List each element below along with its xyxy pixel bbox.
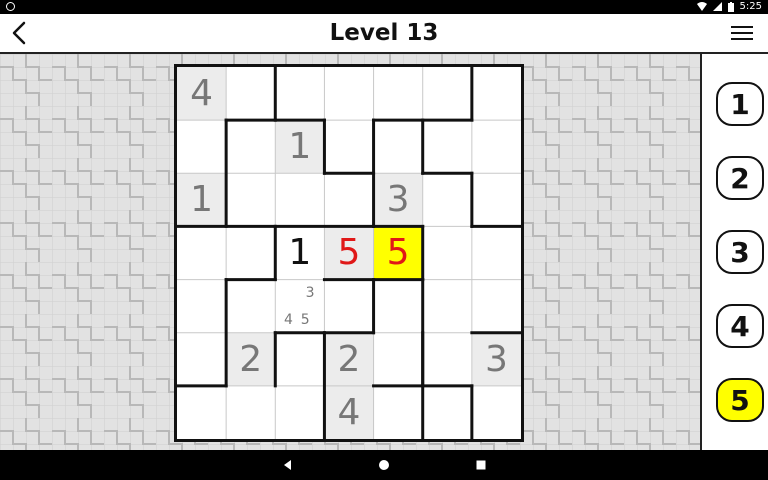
pencil-note: 5: [300, 312, 310, 329]
board-cell[interactable]: [177, 333, 226, 386]
board-cell[interactable]: 4: [324, 385, 374, 439]
board-cell[interactable]: [226, 386, 275, 439]
board-cell[interactable]: [324, 280, 373, 333]
cell-value: 2: [337, 338, 361, 380]
board-cell[interactable]: [374, 333, 423, 386]
number-button-4[interactable]: 4: [716, 304, 764, 348]
board-cell[interactable]: [177, 226, 226, 279]
cell-value: 4: [337, 391, 361, 433]
wifi-icon: [696, 2, 707, 11]
navigation-bar: [0, 450, 768, 480]
triangle-back-icon[interactable]: [281, 458, 295, 472]
battery-icon: [727, 1, 734, 12]
board-cell[interactable]: [472, 67, 521, 120]
board-cell[interactable]: 5: [324, 226, 374, 280]
board-cell[interactable]: [423, 386, 472, 439]
cell-value: 1: [190, 179, 214, 221]
square-recents-icon[interactable]: [474, 458, 488, 472]
board-cell[interactable]: [472, 226, 521, 279]
pencil-note: 4: [284, 312, 293, 329]
number-pad: 1 2 3 4 5: [700, 54, 768, 450]
board-cell[interactable]: [226, 120, 275, 173]
board-cell[interactable]: [472, 173, 521, 226]
number-button-1[interactable]: 1: [716, 82, 764, 126]
board-cell[interactable]: [226, 226, 275, 279]
board-cell[interactable]: [226, 173, 275, 226]
board-cell[interactable]: 2: [226, 332, 276, 386]
board-cell[interactable]: [374, 67, 423, 120]
board-cell[interactable]: [374, 280, 423, 333]
board-cell[interactable]: [275, 67, 324, 120]
board-cell[interactable]: [324, 120, 373, 173]
board-cell[interactable]: 1: [275, 120, 325, 174]
app-bar: Level 13: [0, 14, 768, 54]
board-cell[interactable]: 2: [324, 332, 374, 386]
page-title: Level 13: [329, 20, 439, 46]
board-cell[interactable]: [423, 280, 472, 333]
cell-value: 2: [239, 338, 263, 380]
board-cell[interactable]: [226, 280, 275, 333]
board-cell[interactable]: 3: [471, 332, 521, 386]
board-cell[interactable]: [423, 333, 472, 386]
cell-value: 3: [386, 179, 410, 221]
board-cell[interactable]: 3: [373, 173, 423, 227]
board-cell[interactable]: [423, 120, 472, 173]
hamburger-menu-icon[interactable]: [730, 23, 754, 43]
board-cell[interactable]: [472, 280, 521, 333]
board-cell[interactable]: 5: [373, 226, 423, 280]
pencil-note: 3: [305, 285, 315, 302]
circle-home-icon[interactable]: [377, 458, 391, 472]
board-cell[interactable]: 1: [177, 173, 227, 227]
signal-icon: [712, 2, 722, 11]
number-button-2[interactable]: 2: [716, 156, 764, 200]
board-cell[interactable]: [324, 173, 373, 226]
cell-value: 1: [288, 232, 312, 274]
board-cell[interactable]: [177, 120, 226, 173]
board-cell[interactable]: [275, 386, 324, 439]
puzzle-board: 41131552234345: [174, 64, 524, 442]
board-cell[interactable]: [177, 386, 226, 439]
board-cell[interactable]: [423, 226, 472, 279]
status-bar: 5:25: [0, 0, 768, 14]
board-cell[interactable]: [177, 280, 226, 333]
board-cell[interactable]: [275, 333, 324, 386]
board-cell[interactable]: [472, 386, 521, 439]
board-cell[interactable]: [374, 120, 423, 173]
board-cell[interactable]: [472, 120, 521, 173]
number-button-5[interactable]: 5: [716, 378, 764, 422]
board-cell[interactable]: [226, 67, 275, 120]
status-icons: 5:25: [696, 1, 762, 12]
number-button-3[interactable]: 3: [716, 230, 764, 274]
notification-icon: [6, 2, 15, 11]
clock: 5:25: [739, 1, 762, 12]
board-cell[interactable]: [374, 386, 423, 439]
cell-value: 1: [288, 126, 312, 168]
board-cell[interactable]: 1: [275, 226, 324, 279]
board-cell[interactable]: [275, 173, 324, 226]
cell-value: 3: [484, 338, 508, 380]
cell-value: 4: [190, 73, 214, 115]
board-cell[interactable]: 4: [177, 67, 227, 121]
board-cell[interactable]: [324, 67, 373, 120]
cell-value: 5: [386, 232, 410, 274]
cell-value: 5: [337, 232, 361, 274]
board-cell[interactable]: [423, 173, 472, 226]
board-cell[interactable]: [423, 67, 472, 120]
